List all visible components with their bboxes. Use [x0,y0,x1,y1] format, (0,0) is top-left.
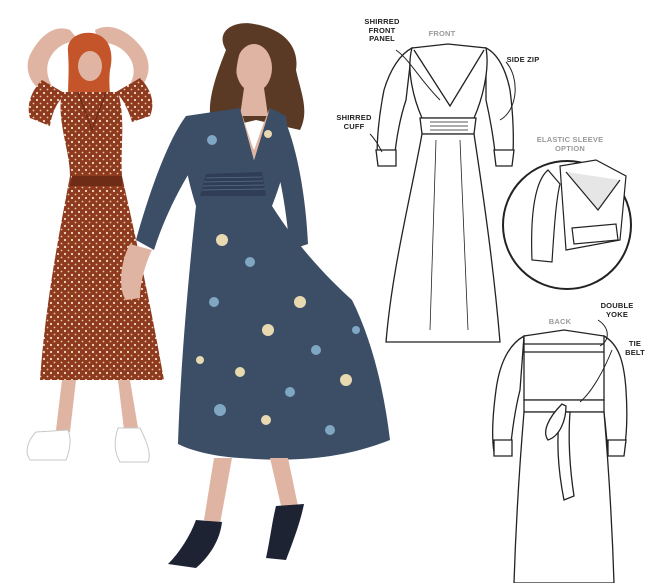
label-elastic-sleeve-option: ELASTIC SLEEVE OPTION [536,135,604,153]
label-tie-belt: TIE BELT [625,339,645,357]
label-double-yoke: DOUBLE YOKE [600,301,634,319]
label-front: FRONT [428,29,456,38]
sewing-pattern-illustration: SHIRRED FRONT PANEL FRONT SIDE ZIP SHIRR… [0,0,667,584]
elastic-sleeve-option-drawing [502,159,632,290]
back-line-drawing [492,329,628,584]
label-shirred-cuff: SHIRRED CUFF [336,113,372,131]
label-side-zip: SIDE ZIP [506,55,540,64]
label-back: BACK [548,317,572,326]
model-navy-floral-dress [121,23,390,568]
label-shirred-front-panel: SHIRRED FRONT PANEL [364,17,400,43]
front-line-drawing [375,43,515,343]
model-rust-dress [26,26,164,463]
